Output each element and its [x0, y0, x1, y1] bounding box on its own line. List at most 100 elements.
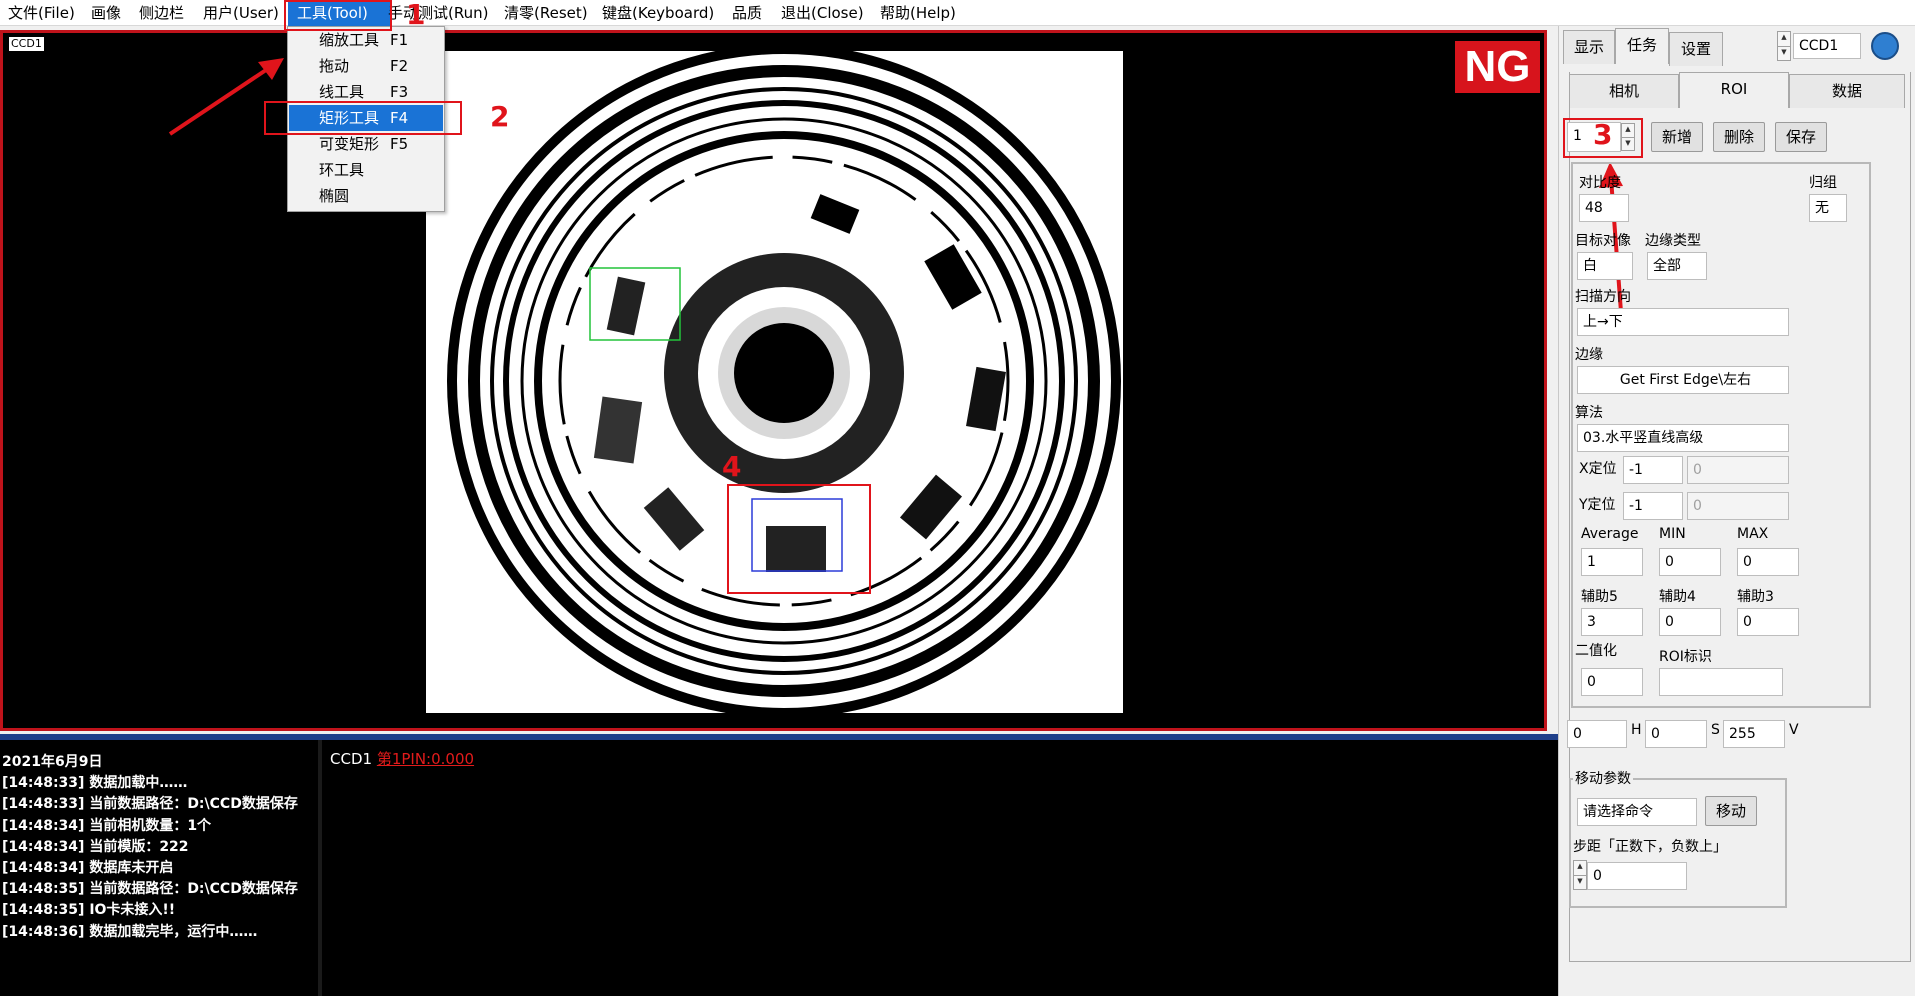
h-value-field[interactable]: 0: [1567, 720, 1627, 748]
tab-settings[interactable]: 设置: [1669, 32, 1723, 66]
log-line: [14:48:34] 当前相机数量：1个: [2, 818, 212, 834]
average-label: Average: [1581, 526, 1639, 542]
roi-mark-field[interactable]: [1659, 668, 1783, 696]
step-spinner[interactable]: ▲ ▼: [1573, 860, 1587, 890]
status-indicator-icon: [1871, 32, 1899, 60]
x-position-field-2: 0: [1687, 456, 1789, 484]
max-label: MAX: [1737, 526, 1769, 542]
contrast-label: 对比度: [1579, 175, 1621, 191]
spin-up-icon[interactable]: ▲: [1574, 861, 1586, 875]
log-panel: 2021年6月9日 [14:48:33] 数据加载中…… [14:48:33] …: [0, 740, 322, 996]
target-label: 目标对像: [1575, 233, 1631, 249]
max-field[interactable]: 0: [1737, 548, 1799, 576]
group-field[interactable]: 无: [1809, 194, 1847, 222]
menu-file[interactable]: 文件(File): [8, 0, 75, 26]
subtab-roi[interactable]: ROI: [1679, 72, 1789, 108]
menu-help[interactable]: 帮助(Help): [880, 0, 956, 26]
log-line: [14:48:33] 当前数据路径：D:\CCD数据保存: [2, 796, 298, 812]
edge-type-field[interactable]: 全部: [1647, 252, 1707, 280]
menu-keyboard[interactable]: 键盘(Keyboard): [602, 0, 714, 26]
menu-quality[interactable]: 品质: [732, 0, 762, 26]
annotation-4: 4: [722, 450, 742, 483]
dropdown-item-ellipse[interactable]: 椭圆: [289, 183, 443, 209]
menu-reset[interactable]: 清零(Reset): [504, 0, 588, 26]
roi-mark-label: ROI标识: [1659, 649, 1712, 665]
menu-image[interactable]: 画像: [91, 0, 121, 26]
log-date: 2021年6月9日: [2, 754, 103, 770]
algorithm-label: 算法: [1575, 405, 1603, 421]
log-line: [14:48:35] 当前数据路径：D:\CCD数据保存: [2, 881, 298, 897]
s-label: S: [1711, 722, 1720, 738]
annotation-arrow-1: [168, 58, 284, 136]
menu-close[interactable]: 退出(Close): [781, 0, 864, 26]
ng-result-badge: NG: [1455, 41, 1540, 93]
x-position-label: X定位: [1579, 461, 1617, 477]
y-position-field[interactable]: -1: [1623, 492, 1683, 520]
min-label: MIN: [1659, 526, 1686, 542]
y-position-field-2: 0: [1687, 492, 1789, 520]
aux4-field[interactable]: 0: [1659, 608, 1721, 636]
add-roi-button[interactable]: 新增: [1651, 122, 1703, 152]
aux5-label: 辅助5: [1581, 589, 1618, 605]
step-field[interactable]: 0: [1587, 862, 1687, 890]
move-button[interactable]: 移动: [1705, 796, 1757, 826]
move-params-label: 移动参数: [1573, 768, 1633, 788]
top-tab-strip: 显示 任务 设置: [1559, 28, 1915, 66]
scan-direction-field[interactable]: 上→下: [1577, 308, 1789, 336]
camera-spinner[interactable]: ▲ ▼: [1777, 31, 1791, 61]
edge-type-label: 边缘类型: [1645, 233, 1701, 249]
menu-run[interactable]: 手动测试(Run): [388, 0, 488, 26]
delete-roi-button[interactable]: 删除: [1713, 122, 1765, 152]
camera-tag: CCD1: [9, 37, 44, 51]
v-value-field[interactable]: 255: [1723, 720, 1785, 748]
menu-user[interactable]: 用户(User): [203, 0, 279, 26]
pin-result-link[interactable]: 第1PIN:0.000: [377, 750, 474, 768]
target-field[interactable]: 白: [1577, 252, 1633, 280]
annotation-2: 2: [490, 100, 510, 133]
algorithm-field[interactable]: 03.水平竖直线高级: [1577, 424, 1789, 452]
log-line: [14:48:34] 当前模版：222: [2, 839, 189, 855]
aux3-label: 辅助3: [1737, 589, 1774, 605]
subtab-data[interactable]: 数据: [1789, 74, 1905, 108]
binarize-field[interactable]: 0: [1581, 668, 1643, 696]
annotation-3: 3: [1593, 118, 1613, 151]
right-panel: 显示 任务 设置 ▲ ▼ CCD1 相机 ROI 数据 1 ▲ ▼ 3 新增 删除 …: [1558, 26, 1915, 996]
edge-label: 边缘: [1575, 347, 1603, 363]
spin-down-icon[interactable]: ▼: [1778, 46, 1790, 60]
dropdown-item-drag[interactable]: 拖动 F2: [289, 53, 443, 79]
log-line: [14:48:35] IO卡未接入!!: [2, 902, 176, 918]
aux4-label: 辅助4: [1659, 589, 1696, 605]
annotation-box-1: [284, 0, 392, 31]
save-roi-button[interactable]: 保存: [1775, 122, 1827, 152]
log-line: [14:48:34] 数据库未开启: [2, 860, 174, 876]
move-command-select[interactable]: 请选择命令: [1577, 798, 1697, 826]
y-position-label: Y定位: [1579, 497, 1616, 513]
min-field[interactable]: 0: [1659, 548, 1721, 576]
annotation-box-2: [264, 101, 462, 135]
x-position-field[interactable]: -1: [1623, 456, 1683, 484]
log-line: [14:48:33] 数据加载中……: [2, 775, 188, 791]
contrast-field[interactable]: 48: [1579, 194, 1629, 222]
subtab-camera[interactable]: 相机: [1569, 74, 1679, 108]
binarize-label: 二值化: [1575, 643, 1617, 659]
edge-field[interactable]: Get First Edge\左右: [1577, 366, 1789, 394]
camera-select-field[interactable]: CCD1: [1793, 33, 1861, 59]
aux3-field[interactable]: 0: [1737, 608, 1799, 636]
log-area: 2021年6月9日 [14:48:33] 数据加载中…… [14:48:33] …: [0, 734, 1558, 996]
annotation-1: 1: [406, 0, 426, 31]
inspection-image: [426, 44, 1123, 718]
tab-display[interactable]: 显示: [1563, 30, 1615, 64]
tab-task[interactable]: 任务: [1615, 28, 1669, 64]
step-label: 步距「正数下，负数上」: [1573, 839, 1727, 855]
log-line: [14:48:36] 数据加载完毕，运行中……: [2, 924, 258, 940]
spin-up-icon[interactable]: ▲: [1778, 32, 1790, 46]
dropdown-item-ring-tool[interactable]: 环工具: [289, 157, 443, 183]
result-camera: CCD1: [330, 750, 373, 768]
aux5-field[interactable]: 3: [1581, 608, 1643, 636]
part-graphic: [426, 44, 1123, 718]
spin-down-icon[interactable]: ▼: [1574, 875, 1586, 889]
average-field[interactable]: 1: [1581, 548, 1643, 576]
h-label: H: [1631, 722, 1642, 738]
menu-sidebar[interactable]: 侧边栏: [139, 0, 184, 26]
s-value-field[interactable]: 0: [1645, 720, 1707, 748]
